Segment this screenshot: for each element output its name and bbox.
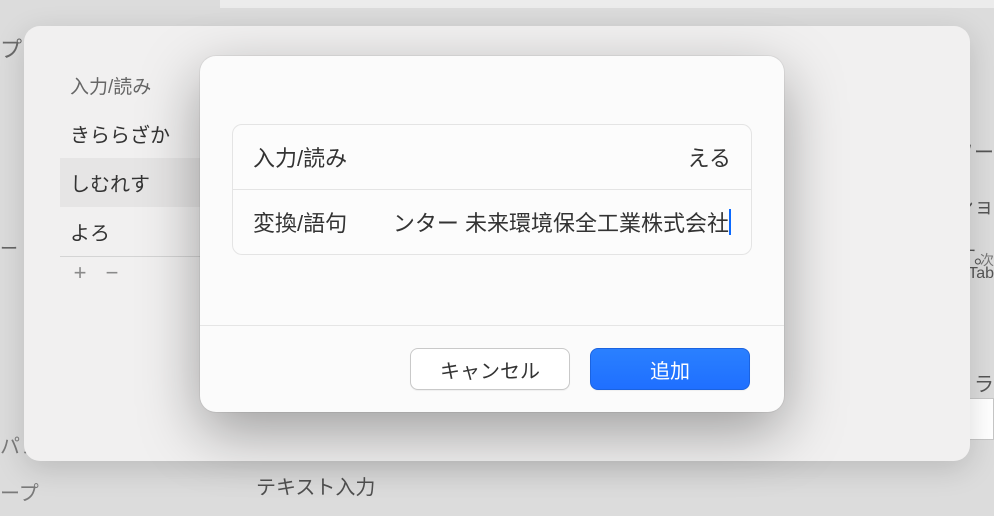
reading-input[interactable] xyxy=(359,144,731,170)
cancel-button[interactable]: キャンセル xyxy=(410,348,570,390)
word-input[interactable] xyxy=(359,209,731,235)
reading-row: 入力/読み xyxy=(233,125,751,189)
dialog-footer: キャンセル 追加 xyxy=(200,326,784,412)
bg-section-label: テキスト入力 xyxy=(256,471,375,500)
bg-fragment: Tab xyxy=(968,265,994,283)
bg-top-strip xyxy=(220,0,994,8)
word-label: 変換/語句 xyxy=(253,206,347,238)
word-row: 変換/語句 xyxy=(233,189,751,254)
dialog-body: 入力/読み 変換/語句 xyxy=(200,56,784,325)
remove-icon[interactable]: − xyxy=(98,259,126,287)
field-group: 入力/読み 変換/語句 xyxy=(232,124,752,255)
bg-fragment: ー xyxy=(0,235,18,261)
add-icon[interactable]: + xyxy=(66,259,94,287)
add-word-dialog: 入力/読み 変換/語句 キャンセル 追加 xyxy=(200,56,784,412)
bg-fragment: ープ xyxy=(0,477,39,506)
add-button[interactable]: 追加 xyxy=(590,348,750,390)
reading-label: 入力/読み xyxy=(253,141,347,173)
